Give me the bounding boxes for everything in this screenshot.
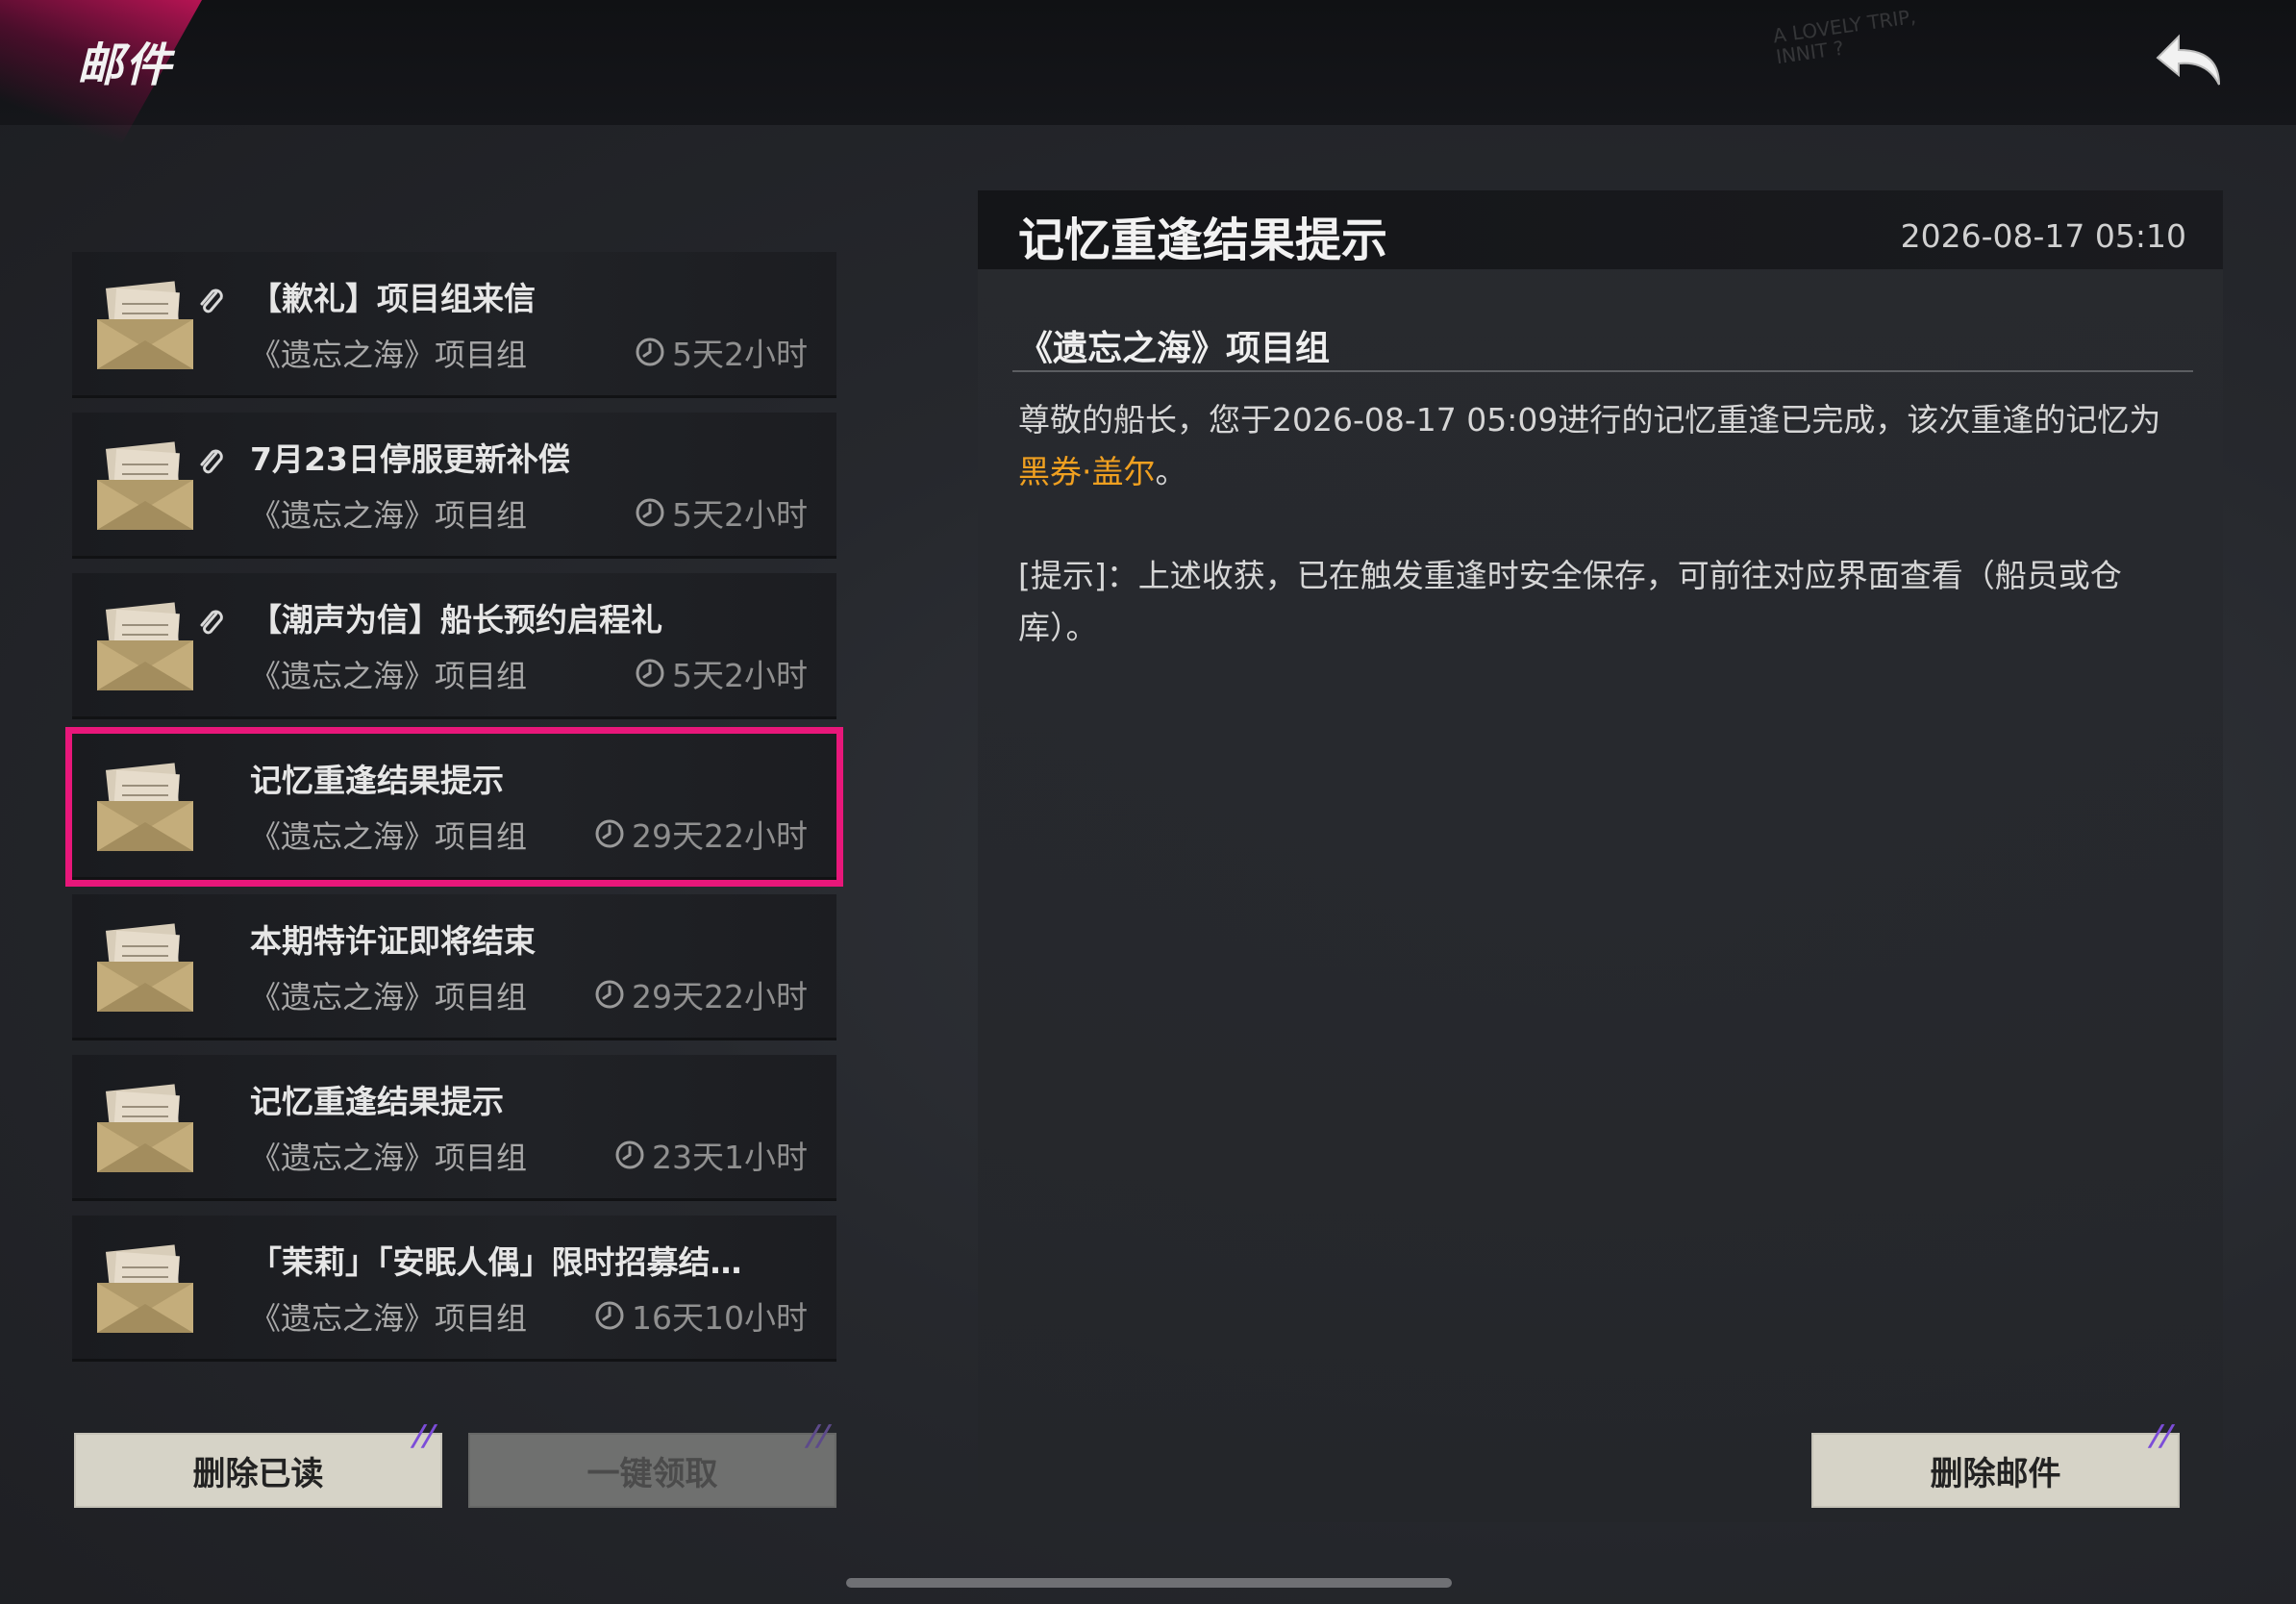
attachment-icon: [200, 449, 223, 474]
mail-sender: 《遗忘之海》项目组: [250, 1140, 528, 1176]
attachment-icon: [200, 288, 223, 313]
delete-read-button[interactable]: 删除已读 //: [74, 1419, 442, 1508]
expire-time: 5天2小时: [672, 496, 808, 534]
mail-title: 7月23日停服更新补偿: [250, 440, 570, 478]
mail-expire: 29天22小时: [593, 811, 808, 857]
claim-all-button[interactable]: 一键领取 //: [468, 1419, 836, 1508]
back-button[interactable]: [2150, 27, 2231, 96]
envelope-icon: [93, 1244, 197, 1337]
mail-item[interactable]: 【潮声为信】船长预约启程礼 《遗忘之海》项目组 5天2小时: [72, 573, 836, 719]
expire-time: 29天22小时: [632, 978, 808, 1015]
clock-icon: [636, 498, 664, 527]
mail-expire: 5天2小时: [634, 489, 808, 536]
mail-item[interactable]: 「茉莉」「安眠人偶」限时招募结… 《遗忘之海》项目组 16天10小时: [72, 1216, 836, 1362]
clock-icon: [595, 980, 624, 1009]
mail-expire: 5天2小时: [634, 650, 808, 696]
envelope-icon: [93, 923, 197, 1015]
envelope-icon: [93, 763, 197, 855]
detail-sender: 《遗忘之海》项目组: [1018, 329, 1331, 368]
clock-icon: [615, 1140, 644, 1169]
mail-expire: 29天22小时: [593, 971, 808, 1017]
mail-sender: 《遗忘之海》项目组: [250, 1300, 528, 1337]
button-deco-icon: //: [409, 1419, 439, 1453]
mail-item[interactable]: 记忆重逢结果提示 《遗忘之海》项目组 29天22小时: [65, 727, 843, 887]
divider: [1012, 370, 2193, 372]
delete-mail-button[interactable]: 删除邮件 //: [1811, 1419, 2180, 1508]
mail-item[interactable]: 7月23日停服更新补偿 《遗忘之海》项目组 5天2小时: [72, 413, 836, 559]
detail-message: 尊敬的船长，您于2026-08-17 05:09进行的记忆重逢已完成，该次重逢的…: [1018, 394, 2182, 498]
delete-mail-label: 删除邮件: [1930, 1454, 2061, 1493]
mail-item[interactable]: 本期特许证即将结束 《遗忘之海》项目组 29天22小时: [72, 894, 836, 1040]
mail-sender: 《遗忘之海》项目组: [250, 337, 528, 373]
back-arrow-icon: [2156, 34, 2220, 86]
mail-title: 【歉礼】项目组来信: [250, 280, 536, 317]
mail-item[interactable]: 【歉礼】项目组来信 《遗忘之海》项目组 5天2小时: [72, 252, 836, 398]
reward-highlight: 黑券·盖尔: [1018, 453, 1156, 490]
expire-time: 23天1小时: [652, 1139, 808, 1176]
attachment-icon: [200, 610, 223, 635]
mail-sender: 《遗忘之海》项目组: [250, 658, 528, 694]
mail-title: 记忆重逢结果提示: [250, 762, 504, 799]
mail-expire: 16天10小时: [593, 1292, 808, 1339]
button-deco-icon: //: [2146, 1419, 2177, 1453]
mail-sender: 《遗忘之海》项目组: [250, 497, 528, 534]
button-deco-icon: //: [803, 1419, 834, 1453]
page-title: 邮件: [77, 38, 174, 92]
message-text: 尊敬的船长，您于2026-08-17 05:09进行的记忆重逢已完成，该次重逢的…: [1018, 401, 2161, 439]
mail-sender: 《遗忘之海》项目组: [250, 818, 528, 855]
expire-time: 5天2小时: [672, 336, 808, 373]
clock-icon: [595, 1301, 624, 1330]
detail-header: 记忆重逢结果提示 2026-08-17 05:10: [978, 190, 2223, 269]
message-suffix: 。: [1155, 453, 1187, 490]
detail-title: 记忆重逢结果提示: [1018, 213, 1388, 267]
mail-sender: 《遗忘之海》项目组: [250, 979, 528, 1015]
expire-time: 5天2小时: [672, 657, 808, 694]
mail-title: 【潮声为信】船长预约启程礼: [250, 601, 662, 639]
expire-time: 16天10小时: [632, 1299, 808, 1337]
mail-expire: 5天2小时: [634, 329, 808, 375]
home-indicator[interactable]: [846, 1578, 1452, 1588]
mail-title: 「茉莉」「安眠人偶」限时招募结…: [250, 1243, 742, 1281]
clock-icon: [595, 819, 624, 848]
detail-date: 2026-08-17 05:10: [1900, 217, 2186, 255]
detail-body: 尊敬的船长，您于2026-08-17 05:09进行的记忆重逢已完成，该次重逢的…: [1018, 394, 2182, 654]
envelope-icon: [93, 602, 223, 694]
detail-tip: [提示]：上述收获，已在触发重逢时安全保存，可前往对应界面查看（船员或仓库）。: [1018, 557, 2122, 646]
mail-title: 本期特许证即将结束: [250, 922, 536, 960]
clock-icon: [636, 338, 664, 366]
delete-read-label: 删除已读: [192, 1454, 324, 1493]
decorative-text: A LOVELY TRIP, INNIT ?: [1771, 4, 1918, 69]
envelope-icon: [93, 441, 223, 534]
envelope-icon: [93, 1084, 197, 1176]
mail-title: 记忆重逢结果提示: [250, 1083, 504, 1120]
clock-icon: [636, 659, 664, 688]
mail-item[interactable]: 记忆重逢结果提示 《遗忘之海》项目组 23天1小时: [72, 1055, 836, 1201]
mail-detail-panel: 记忆重逢结果提示 2026-08-17 05:10 《遗忘之海》项目组 尊敬的船…: [978, 190, 2223, 1522]
envelope-icon: [93, 281, 223, 373]
top-bar: 邮件 A LOVELY TRIP, INNIT ?: [0, 0, 2296, 144]
mail-expire: 23天1小时: [613, 1132, 808, 1178]
claim-all-label: 一键领取: [586, 1454, 718, 1493]
expire-time: 29天22小时: [632, 817, 808, 855]
